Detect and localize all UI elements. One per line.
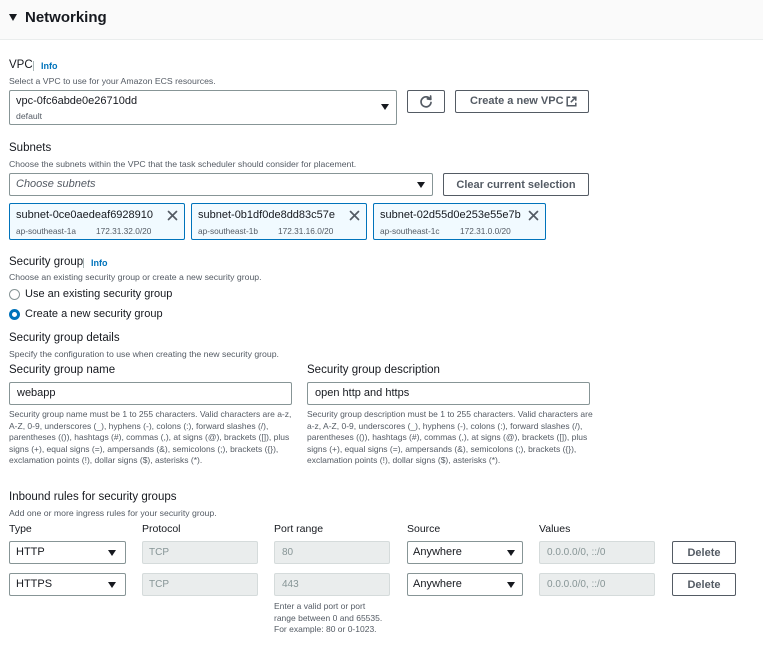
chevron-down-icon [381,104,389,110]
divider [33,61,34,71]
inbound-description: Add one or more ingress rules for your s… [9,508,217,518]
col-protocol: Protocol [142,523,181,535]
security-group-info-link[interactable]: Info [91,258,108,268]
rule-values-field: 0.0.0.0/0, ::/0 [539,541,655,564]
security-group-description: Choose an existing security group or cre… [9,272,262,282]
subnet-token: subnet-0b1df0de8dd83c57e ap-southeast-1b… [191,203,367,240]
vpc-selected-value: vpc-0fc6abde0e26710dd [16,95,138,107]
port-range-help: Enter a valid port or port range between… [274,601,383,634]
radio-new-label[interactable]: Create a new security group [25,308,163,320]
refresh-vpc-button[interactable] [407,90,445,113]
radio-new-security-group[interactable] [9,309,20,320]
sg-name-label: Security group name [9,364,116,376]
chevron-down-icon [507,582,515,588]
rule-source-value: Anywhere [413,546,462,558]
rule-protocol-field: TCP [142,541,258,564]
delete-rule-button[interactable]: Delete [672,541,736,564]
subnet-token-cidr: 172.31.32.0/20 [96,226,152,236]
clear-selection-button[interactable]: Clear current selection [443,173,589,196]
sg-details-description: Specify the configuration to use when cr… [9,349,279,359]
chevron-down-icon [507,550,515,556]
subnet-token: subnet-0ce0aedeaf6928910 ap-southeast-1a… [9,203,185,240]
radio-existing-label[interactable]: Use an existing security group [25,288,172,300]
inbound-title: Inbound rules for security groups [9,491,177,503]
subnet-token: subnet-02d55d0e253e55e7b ap-southeast-1c… [373,203,546,240]
subnet-token-az: ap-southeast-1a [16,226,76,236]
sg-details-title: Security group details [9,332,120,344]
chevron-down-icon [417,182,425,188]
refresh-icon [420,95,432,108]
sg-name-help: Security group name must be 1 to 255 cha… [9,409,292,465]
close-icon[interactable] [349,210,360,221]
sg-desc-label: Security group description [307,364,440,376]
section-title: Networking [25,9,107,26]
external-link-icon [566,96,577,107]
close-icon[interactable] [528,210,539,221]
radio-existing-security-group[interactable] [9,289,20,300]
rule-source-value: Anywhere [413,578,462,590]
caret-down-icon[interactable] [9,14,17,21]
col-source: Source [407,523,441,535]
chevron-down-icon [108,582,116,588]
rule-type-value: HTTPS [16,578,53,590]
vpc-info-link[interactable]: Info [41,61,58,71]
col-type: Type [9,523,32,535]
create-vpc-button[interactable]: Create a new VPC [455,90,589,113]
rule-type-value: HTTP [16,546,45,558]
vpc-label: VPC [9,59,33,71]
subnet-token-az: ap-southeast-1c [380,226,440,236]
create-vpc-label: Create a new VPC [470,95,564,107]
subnets-placeholder: Choose subnets [16,178,96,190]
subnet-token-cidr: 172.31.16.0/20 [278,226,334,236]
subnet-token-az: ap-southeast-1b [198,226,258,236]
subnet-token-name: subnet-0b1df0de8dd83c57e [198,209,336,221]
delete-rule-button[interactable]: Delete [672,573,736,596]
subnet-token-name: subnet-02d55d0e253e55e7b [380,209,521,221]
networking-section-header[interactable] [0,0,763,40]
rule-values-field: 0.0.0.0/0, ::/0 [539,573,655,596]
sg-desc-value: open http and https [315,387,410,399]
subnet-token-name: subnet-0ce0aedeaf6928910 [16,209,154,221]
col-port-range: Port range [274,523,324,535]
chevron-down-icon [108,550,116,556]
divider [83,258,84,268]
security-group-label: Security group [9,256,84,268]
vpc-selected-sub: default [16,111,43,121]
rule-port-field: 443 [274,573,390,596]
rule-protocol-field: TCP [142,573,258,596]
vpc-description: Select a VPC to use for your Amazon ECS … [9,76,216,86]
rule-port-field: 80 [274,541,390,564]
close-icon[interactable] [167,210,178,221]
subnets-description: Choose the subnets within the VPC that t… [9,159,357,169]
subnets-label: Subnets [9,142,52,154]
sg-desc-help: Security group description must be 1 to … [307,409,593,465]
subnet-token-cidr: 172.31.0.0/20 [460,226,511,236]
col-values: Values [539,523,571,535]
sg-name-value: webapp [17,387,56,399]
